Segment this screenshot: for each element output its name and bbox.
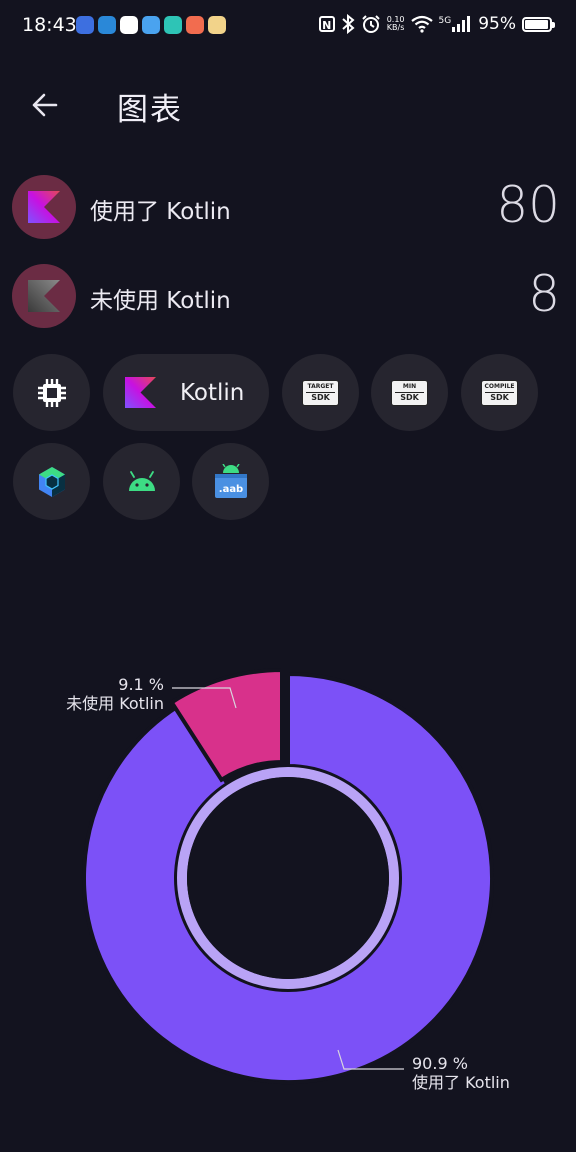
battery-icon	[522, 16, 555, 32]
slice-percent: 9.1 %	[118, 675, 164, 694]
min-sdk-icon: MIN SDK	[391, 379, 428, 406]
abi-filter-chip[interactable]	[13, 354, 90, 431]
target-sdk-bottom-text: SDK	[311, 392, 330, 402]
aab-text: .aab	[218, 484, 242, 495]
stat-row-kotlin-unused[interactable]: 未使用 Kotlin 8	[12, 263, 564, 329]
bluetooth-icon	[342, 14, 355, 34]
app-notification-icon	[164, 16, 182, 34]
back-arrow-icon[interactable]	[26, 86, 64, 124]
signal-label: 5G	[438, 16, 452, 26]
compile-sdk-bottom-text: SDK	[490, 392, 509, 402]
battery-percent: 95%	[478, 14, 516, 34]
min-sdk-bottom-text: SDK	[400, 392, 419, 402]
app-notification-icon	[186, 16, 204, 34]
kotlin-logo-gray-icon	[28, 280, 60, 312]
avatar	[12, 175, 76, 239]
chip-processor-icon	[37, 378, 66, 407]
compile-sdk-icon: COMPILE SDK	[481, 379, 518, 406]
qq-icon	[120, 16, 138, 34]
jetpack-compose-filter-chip[interactable]	[13, 443, 90, 520]
slice-name: 未使用 Kotlin	[66, 694, 164, 713]
target-sdk-icon: TARGET SDK	[302, 379, 339, 406]
min-sdk-filter-chip[interactable]: MIN SDK	[371, 354, 448, 431]
avatar	[12, 264, 76, 328]
app-bar: 图表	[0, 70, 576, 140]
stat-label: 未使用 Kotlin	[90, 288, 231, 314]
compile-sdk-top-text: COMPILE	[484, 382, 515, 390]
signal-bars-icon	[452, 16, 471, 32]
network-speed: 0.10 KB/s	[387, 16, 405, 32]
kotlin-chip-label: Kotlin	[180, 379, 245, 406]
wifi-icon	[410, 15, 433, 33]
nfc-icon: N	[318, 16, 335, 32]
slice-label-used: 90.9 % 使用了 Kotlin	[412, 1054, 510, 1092]
target-sdk-top-text: TARGET	[307, 382, 334, 390]
app-bundle-icon: .aab	[214, 463, 247, 498]
stat-row-kotlin-used[interactable]: 使用了 Kotlin 80	[12, 174, 564, 240]
kotlin-logo-icon	[125, 377, 156, 408]
battery-fill	[525, 19, 548, 29]
status-indicators: N 0.10 KB/s 5G 95%	[318, 14, 555, 34]
notification-icons	[76, 16, 226, 34]
app-notification-icon	[208, 16, 226, 34]
status-bar: 18:43 N 0.10 KB/s 5G 95%	[0, 0, 576, 54]
jetpack-compose-icon	[38, 466, 65, 497]
android-icon	[128, 470, 155, 491]
donut-hole	[187, 777, 389, 979]
min-sdk-top-text: MIN	[402, 382, 417, 390]
slice-name: 使用了 Kotlin	[412, 1073, 510, 1092]
network-speed-unit: KB/s	[386, 23, 405, 32]
stat-count: 80	[496, 176, 560, 234]
app-notification-icon	[98, 16, 116, 34]
cloud-icon	[142, 16, 160, 34]
app-notification-icon	[76, 16, 94, 34]
signal-indicator: 5G	[439, 16, 473, 32]
stat-count: 8	[528, 265, 560, 323]
android-filter-chip[interactable]	[103, 443, 180, 520]
kotlin-logo-icon	[28, 191, 60, 223]
target-sdk-filter-chip[interactable]: TARGET SDK	[282, 354, 359, 431]
alarm-icon	[361, 15, 380, 33]
kotlin-filter-chip[interactable]: Kotlin	[103, 354, 269, 431]
slice-label-unused: 9.1 % 未使用 Kotlin	[66, 675, 164, 713]
app-bundle-filter-chip[interactable]: .aab	[192, 443, 269, 520]
page-title: 图表	[117, 92, 183, 128]
slice-percent: 90.9 %	[412, 1054, 468, 1073]
compile-sdk-filter-chip[interactable]: COMPILE SDK	[461, 354, 538, 431]
status-time: 18:43	[22, 14, 77, 36]
stat-label: 使用了 Kotlin	[90, 199, 231, 225]
